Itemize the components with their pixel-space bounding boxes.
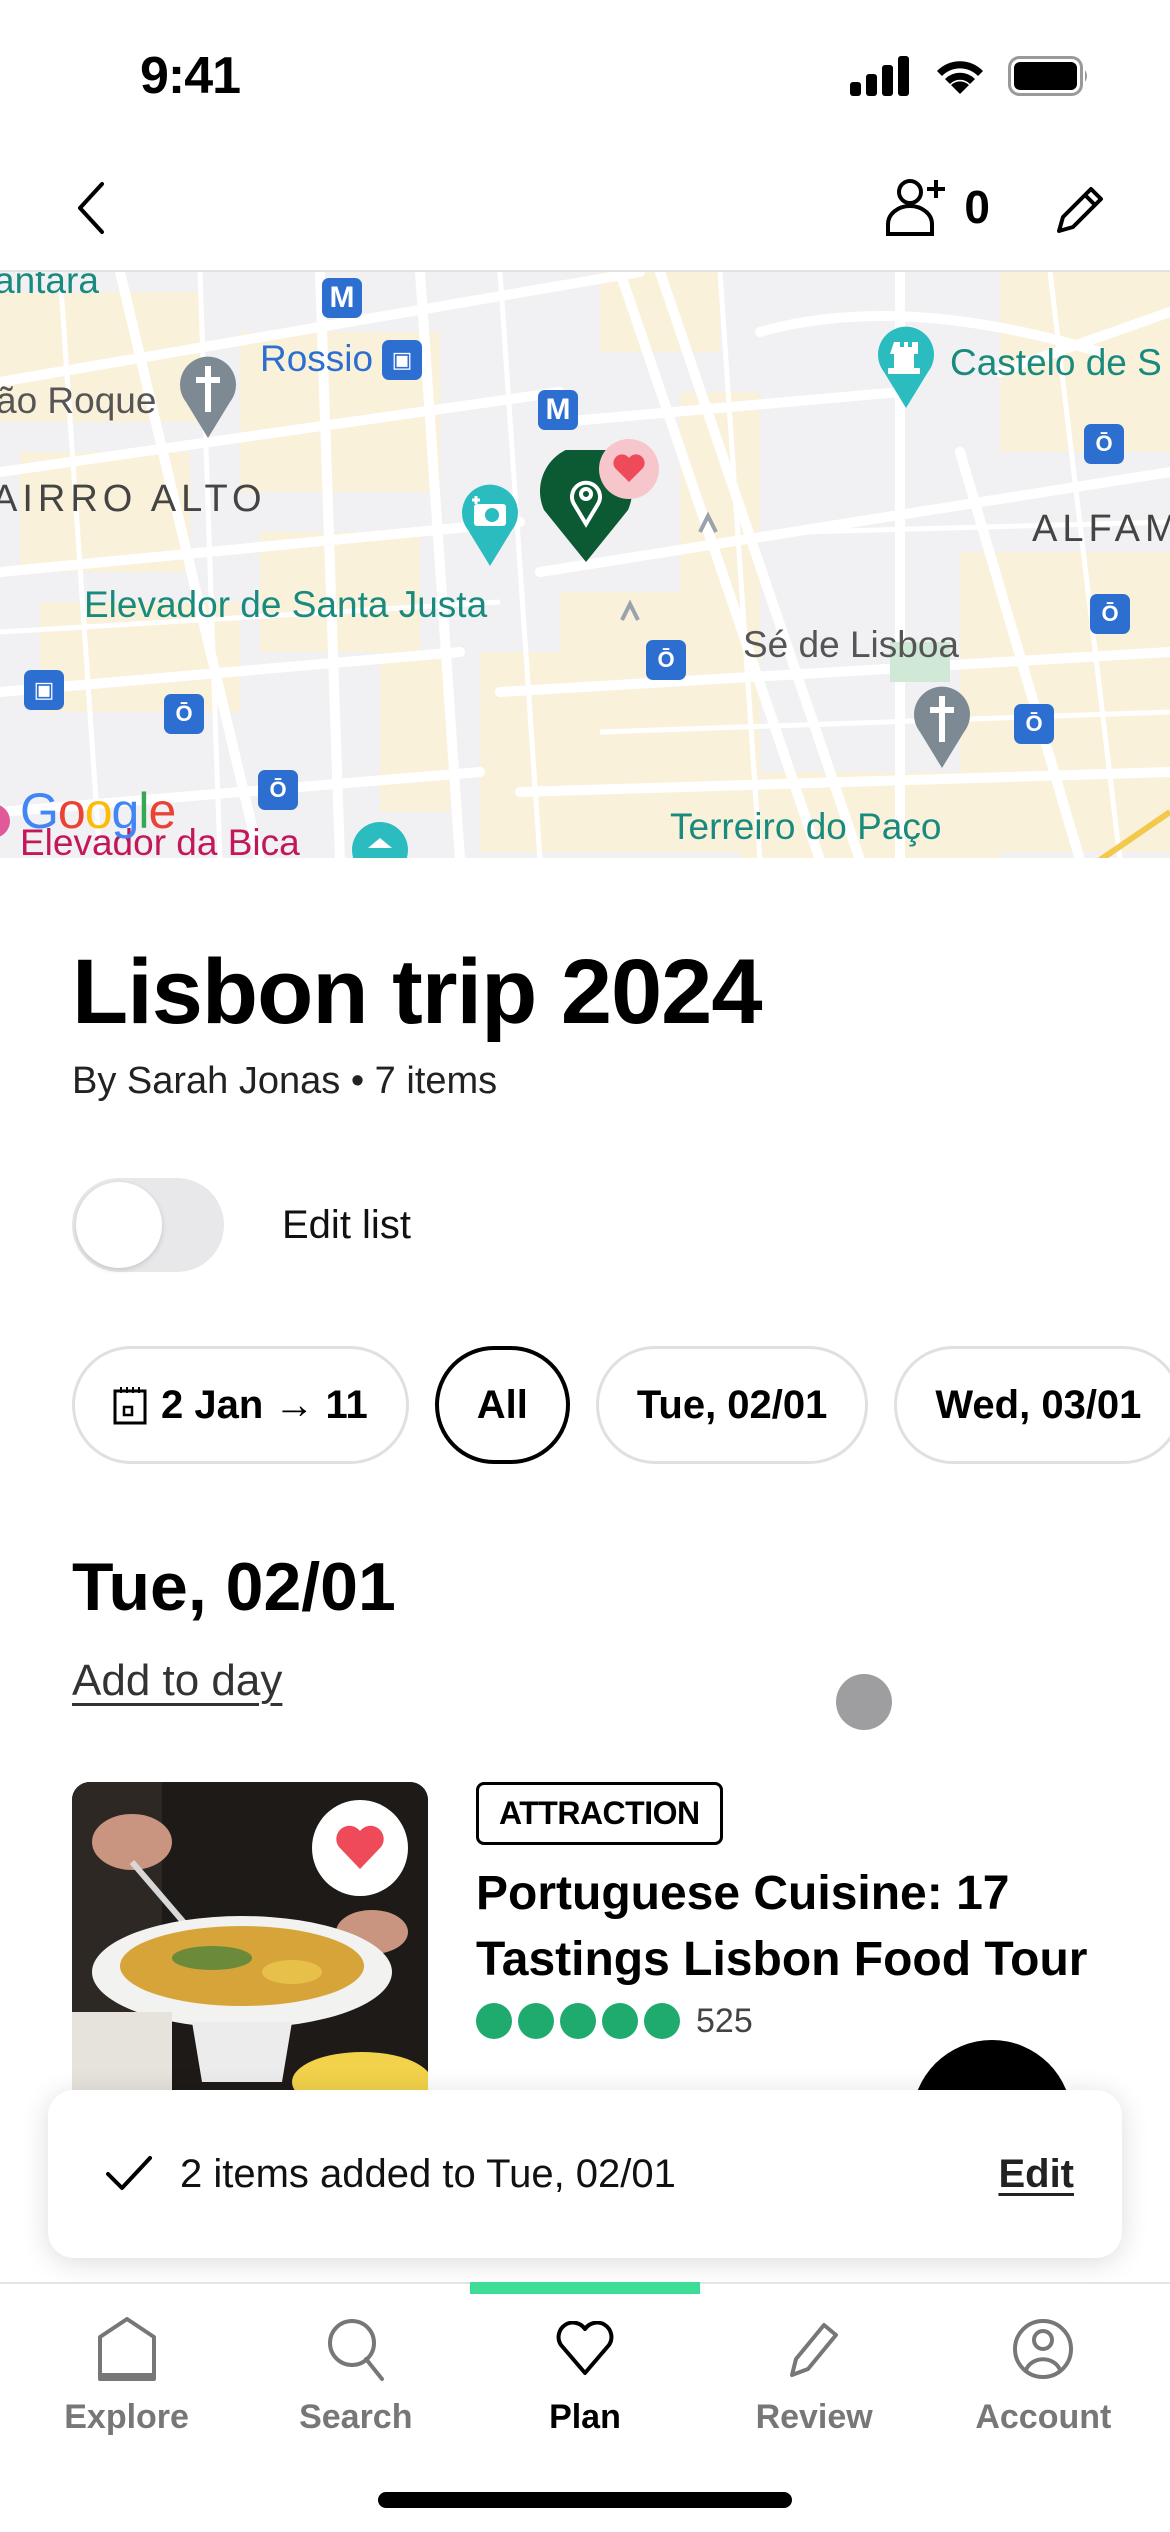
calendar-icon — [113, 1385, 147, 1425]
home-indicator — [378, 2492, 792, 2508]
edit-list-label: Edit list — [282, 1202, 411, 1247]
chevron-left-icon — [78, 182, 104, 234]
add-person-icon — [886, 179, 946, 236]
add-to-day-link[interactable]: Add to day — [72, 1656, 282, 1706]
tram-marker[interactable]: Ō — [1014, 704, 1054, 744]
back-button[interactable] — [62, 178, 122, 238]
poi-marker-partial — [0, 805, 10, 837]
tab-search[interactable]: Search — [256, 2314, 456, 2437]
tab-label: Search — [299, 2398, 413, 2436]
google-attribution: Google — [20, 783, 176, 839]
wifi-icon — [937, 61, 983, 94]
edit-list-toggle[interactable] — [72, 1178, 224, 1272]
checkmark-icon — [104, 2154, 154, 2194]
tab-review[interactable]: Review — [714, 2314, 914, 2437]
item-photo — [72, 1782, 428, 2112]
rating-bubble-icon — [644, 2003, 680, 2039]
tram-marker[interactable]: Ō — [646, 640, 686, 680]
map-label-castelo: Castelo de S — [950, 342, 1162, 383]
chip-label: 2 Jan → 11 — [161, 1382, 368, 1427]
tab-label: Explore — [64, 2398, 189, 2436]
status-time: 9:41 — [140, 47, 241, 105]
photo-spot-poi-icon[interactable] — [460, 482, 520, 568]
tram-marker[interactable]: Ō — [164, 694, 204, 734]
top-nav: 0 — [0, 150, 1170, 270]
metro-marker[interactable]: M — [538, 390, 578, 430]
rating-bubble-icon — [518, 2003, 554, 2039]
church-poi-icon[interactable] — [912, 684, 972, 770]
rating-bubble-icon — [560, 2003, 596, 2039]
home-icon — [96, 2314, 158, 2384]
heart-filled-icon — [336, 1825, 384, 1869]
chip-all[interactable]: All — [434, 1346, 570, 1464]
map-label-bairro-alto: AIRRO ALTO — [0, 478, 267, 520]
tab-label: Review — [755, 2398, 873, 2436]
day-heading: Tue, 02/01 — [72, 1549, 396, 1625]
tram-marker[interactable]: Ō — [1090, 594, 1130, 634]
chip-wed-0301[interactable]: Wed, 03/01 — [894, 1346, 1170, 1464]
review-count: 525 — [696, 2001, 753, 2040]
toast-message: 2 items added to Tue, 02/01 — [180, 2151, 676, 2196]
toggle-knob — [76, 1182, 162, 1268]
chip-tue-0201[interactable]: Tue, 02/01 — [595, 1346, 869, 1464]
confirmation-toast: 2 items added to Tue, 02/01 Edit — [48, 2090, 1122, 2258]
trip-meta: By Sarah Jonas • 7 items — [72, 1060, 498, 1102]
map-label-terreiro-do-paco: Terreiro do Paço — [670, 806, 942, 847]
chip-date-range[interactable]: 2 Jan → 11 — [72, 1346, 409, 1464]
rating: 525 — [476, 2001, 1096, 2041]
invite-collaborators-button[interactable]: 0 — [884, 176, 990, 238]
rating-bubble-icon — [602, 2003, 638, 2039]
favorite-badge-icon — [599, 439, 659, 499]
pencil-icon — [786, 2314, 842, 2384]
map-label-partial: antara — [0, 270, 99, 301]
map-label-rossio: Rossio — [260, 338, 374, 379]
map-label-alfama: ALFAM — [1032, 508, 1170, 550]
active-tab-indicator — [470, 2282, 700, 2294]
status-icons — [850, 56, 1090, 96]
heart-icon — [555, 2314, 615, 2384]
tram-marker[interactable]: Ō — [1084, 424, 1124, 464]
pencil-icon — [1057, 187, 1103, 233]
trip-title: Lisbon trip 2024 — [72, 941, 762, 1043]
tab-plan[interactable]: Plan — [485, 2314, 685, 2437]
day-filter-chips: 2 Jan → 11 All Tue, 02/01 Wed, 03/01 — [72, 1346, 1170, 1464]
favorite-button[interactable] — [312, 1800, 408, 1896]
map-label-santa-justa: Elevador de Santa Justa — [84, 584, 488, 625]
chip-label: Wed, 03/01 — [935, 1382, 1142, 1427]
tab-label: Plan — [549, 2398, 621, 2436]
tab-account[interactable]: Account — [943, 2314, 1143, 2437]
trip-map[interactable]: antara ão Roque Rossio AIRRO ALTO Elevad… — [0, 270, 1170, 858]
item-details: ATTRACTION Portuguese Cuisine: 17 Tastin… — [476, 1782, 1096, 2041]
tram-marker[interactable]: Ō — [258, 770, 298, 810]
collaborators-count: 0 — [964, 181, 990, 233]
tab-label: Account — [975, 2398, 1112, 2436]
item-title[interactable]: Portuguese Cuisine: 17 Tastings Lisbon F… — [476, 1861, 1096, 1993]
tab-explore[interactable]: Explore — [27, 2314, 227, 2437]
chip-label: Tue, 02/01 — [636, 1382, 828, 1427]
castle-poi-icon[interactable] — [876, 324, 936, 410]
chip-label: All — [476, 1382, 528, 1427]
edit-trip-button[interactable] — [1044, 176, 1114, 246]
touch-indicator — [836, 1674, 892, 1730]
metro-marker[interactable]: M — [322, 278, 362, 318]
museum-poi-icon[interactable] — [350, 820, 410, 858]
church-poi-icon[interactable] — [178, 354, 238, 440]
status-bar: 9:41 — [0, 0, 1170, 150]
rating-bubble-icon — [476, 2003, 512, 2039]
category-badge: ATTRACTION — [476, 1782, 723, 1845]
battery-icon — [1008, 56, 1087, 96]
train-marker[interactable]: ▣ — [382, 340, 422, 380]
map-label-sao-roque: ão Roque — [0, 380, 157, 421]
toast-edit-link[interactable]: Edit — [998, 2152, 1074, 2197]
search-icon — [326, 2314, 386, 2384]
map-label-se-de-lisboa: Sé de Lisboa — [743, 624, 960, 665]
account-icon — [1012, 2314, 1074, 2384]
signal-icon — [850, 56, 909, 96]
funicular-marker[interactable]: ▣ — [24, 670, 64, 710]
edit-list-row: Edit list — [72, 1178, 411, 1272]
